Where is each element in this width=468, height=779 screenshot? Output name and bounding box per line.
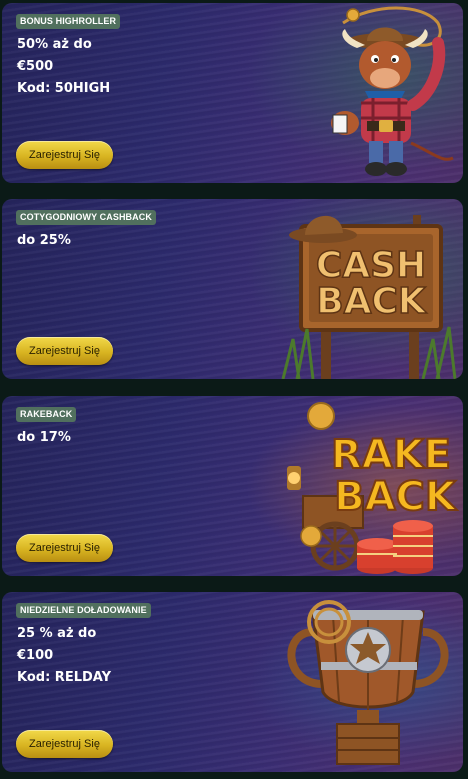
promo-badge: BONUS HIGHROLLER xyxy=(16,14,121,29)
register-button[interactable]: Zarejestruj Się xyxy=(16,337,113,365)
promo-description: 50% aż do €500 Kod: 50HIGH xyxy=(17,34,110,100)
promo-card-sunday-reload: NIEDZIELNE DOŁADOWANIE 25 % aż do €100 K… xyxy=(2,592,463,772)
sign-word: CASH xyxy=(316,245,426,286)
bull-cowboy-mascot-illustration xyxy=(273,3,463,183)
sign-word: BACK xyxy=(334,474,458,520)
promo-line: Kod: 50HIGH xyxy=(17,81,111,96)
promo-badge: COTYGODNIOWY CASHBACK xyxy=(16,210,156,225)
promotions-list: BONUS HIGHROLLER 50% aż do €500 Kod: 50H… xyxy=(0,0,468,779)
sign-word: BACK xyxy=(316,281,427,322)
promo-line: 25 % aż do xyxy=(17,626,97,641)
promo-badge: RAKEBACK xyxy=(16,407,77,422)
promo-line: €500 xyxy=(17,59,54,74)
trophy-illustration xyxy=(273,592,463,772)
promo-card-cashback: COTYGODNIOWY CASHBACK do 25% Zarejestruj… xyxy=(2,199,463,379)
register-button[interactable]: Zarejestruj Się xyxy=(16,730,113,758)
promo-line: €100 xyxy=(17,648,54,663)
rakeback-illustration: RAKE BACK xyxy=(273,396,463,576)
sign-word: RAKE xyxy=(331,432,451,478)
promo-card-rakeback: RAKEBACK do 17% Zarejestruj Się RAKE BAC… xyxy=(2,396,463,576)
promo-card-highroller: BONUS HIGHROLLER 50% aż do €500 Kod: 50H… xyxy=(2,3,463,183)
promo-description: 25 % aż do €100 Kod: RELDAY xyxy=(17,623,111,689)
promo-line: Kod: RELDAY xyxy=(17,670,112,685)
cashback-sign-illustration: CASH BACK xyxy=(273,199,463,379)
register-button[interactable]: Zarejestruj Się xyxy=(16,141,113,169)
register-button[interactable]: Zarejestruj Się xyxy=(16,534,113,562)
promo-description: do 25% xyxy=(17,230,71,252)
promo-line: 50% aż do xyxy=(17,37,92,52)
promo-badge: NIEDZIELNE DOŁADOWANIE xyxy=(16,603,151,618)
promo-line: do 25% xyxy=(17,233,71,248)
promo-description: do 17% xyxy=(17,427,71,449)
promo-line: do 17% xyxy=(17,430,71,445)
